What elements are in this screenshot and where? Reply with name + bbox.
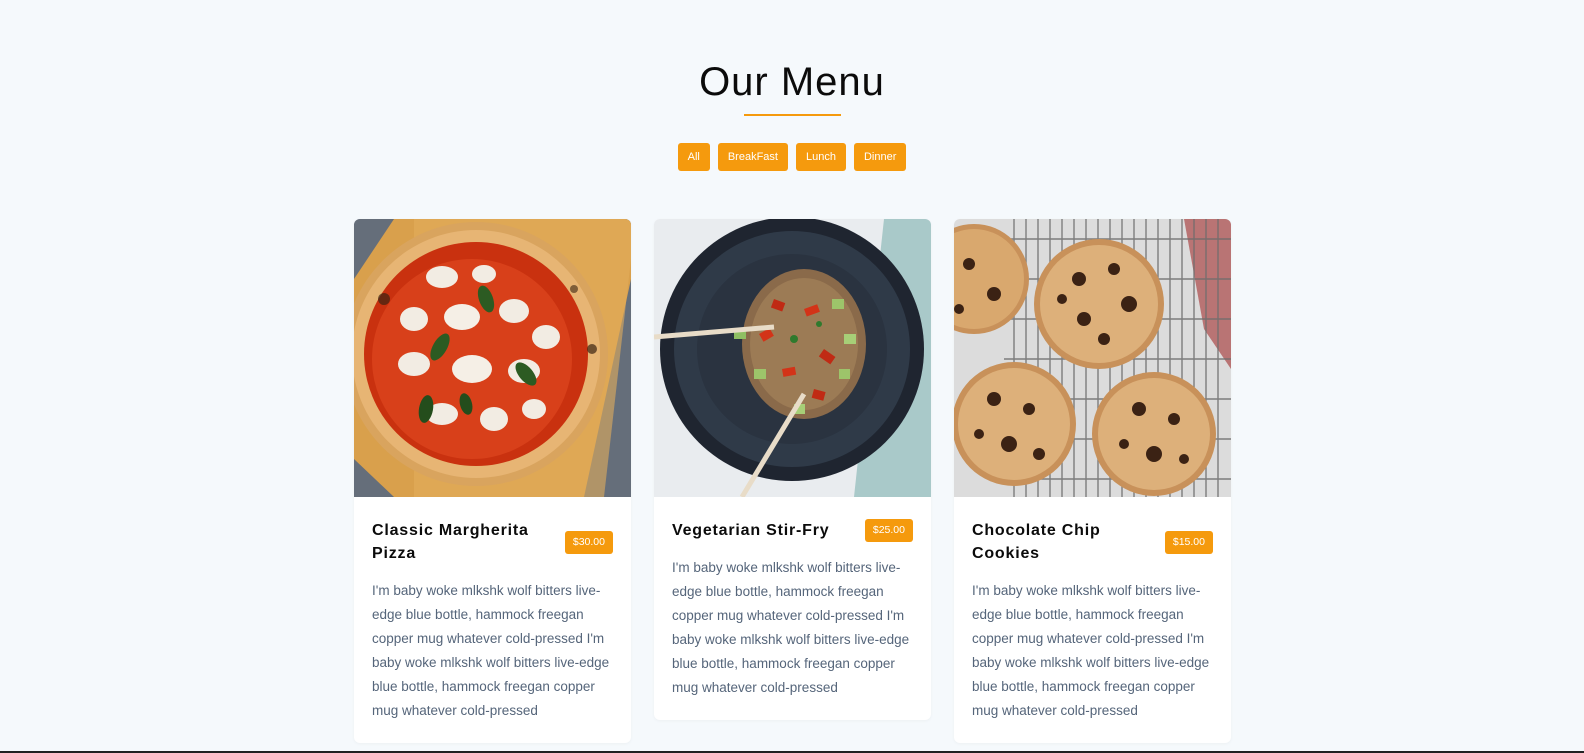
filter-breakfast-button[interactable]: BreakFast [717,143,788,171]
price-badge: $15.00 [1164,530,1213,554]
title-underline [743,114,841,116]
filter-all-button[interactable]: All [677,143,710,171]
pizza-image [354,219,631,497]
card-header: Chocolate Chip Cookies $15.00 [972,519,1213,565]
menu-item-card: Vegetarian Stir-Fry $25.00 I'm baby woke… [654,219,931,720]
item-title: Chocolate Chip Cookies [972,522,1101,562]
menu-item-card: Classic Margherita Pizza $30.00 I'm baby… [354,219,631,743]
card-body: Vegetarian Stir-Fry $25.00 I'm baby woke… [654,497,931,720]
page-title: Our Menu [699,60,885,104]
stir-fry-image [654,219,931,497]
filter-lunch-button[interactable]: Lunch [795,143,846,171]
menu-items-grid: Classic Margherita Pizza $30.00 I'm baby… [354,219,1231,743]
menu-header: Our Menu [0,58,1584,116]
price-badge: $30.00 [564,530,613,554]
item-description: I'm baby woke mlkshk wolf bitters live-e… [672,560,910,695]
filter-bar: All BreakFast Lunch Dinner [0,143,1584,171]
menu-page: Our Menu All BreakFast Lunch Dinner Clas… [0,0,1584,753]
card-header: Classic Margherita Pizza $30.00 [372,519,613,565]
cookies-image [954,219,1231,497]
item-title: Vegetarian Stir-Fry [672,522,830,539]
price-badge: $25.00 [864,519,913,542]
menu-item-card: Chocolate Chip Cookies $15.00 I'm baby w… [954,219,1231,743]
item-description: I'm baby woke mlkshk wolf bitters live-e… [972,583,1210,718]
item-title: Classic Margherita Pizza [372,522,529,562]
card-body: Classic Margherita Pizza $30.00 I'm baby… [354,497,631,743]
item-description: I'm baby woke mlkshk wolf bitters live-e… [372,583,610,718]
card-body: Chocolate Chip Cookies $15.00 I'm baby w… [954,497,1231,743]
filter-dinner-button[interactable]: Dinner [853,143,907,171]
card-header: Vegetarian Stir-Fry $25.00 [672,519,913,542]
